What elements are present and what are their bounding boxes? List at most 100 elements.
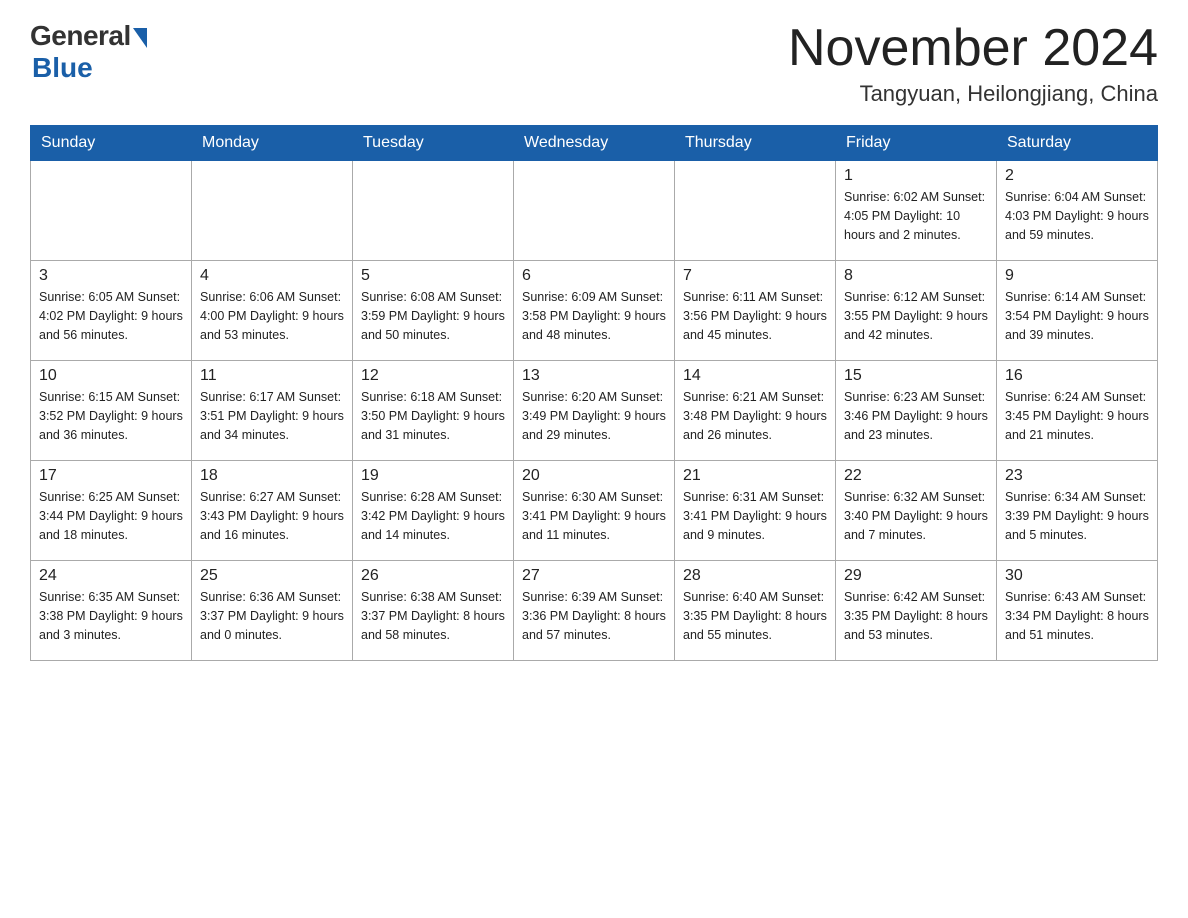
day-number: 22 [844,467,988,485]
page-header: General Blue November 2024 Tangyuan, Hei… [30,20,1158,107]
calendar-cell: 28 Sunrise: 6:40 AM Sunset: 3:35 PM Dayli… [675,561,836,661]
weekday-header: Wednesday [514,126,675,161]
day-number: 24 [39,567,183,585]
month-title: November 2024 [788,20,1158,77]
day-info: Sunrise: 6:21 AM Sunset: 3:48 PM Dayligh… [683,388,827,444]
calendar-cell: 23 Sunrise: 6:34 AM Sunset: 3:39 PM Dayli… [997,461,1158,561]
day-info: Sunrise: 6:20 AM Sunset: 3:49 PM Dayligh… [522,388,666,444]
calendar-cell: 25 Sunrise: 6:36 AM Sunset: 3:37 PM Dayli… [192,561,353,661]
calendar-table: SundayMondayTuesdayWednesdayThursdayFrid… [30,125,1158,661]
day-info: Sunrise: 6:42 AM Sunset: 3:35 PM Dayligh… [844,588,988,644]
logo-blue-text: Blue [32,52,93,84]
day-number: 20 [522,467,666,485]
day-info: Sunrise: 6:08 AM Sunset: 3:59 PM Dayligh… [361,288,505,344]
calendar-cell [31,161,192,261]
day-number: 11 [200,367,344,385]
day-info: Sunrise: 6:43 AM Sunset: 3:34 PM Dayligh… [1005,588,1149,644]
logo-arrow-icon [133,28,147,48]
calendar-cell: 26Sunrise: 6:38 AM Sunset: 3:37 PM Dayli… [353,561,514,661]
day-number: 27 [522,567,666,585]
calendar-cell: 3 Sunrise: 6:05 AM Sunset: 4:02 PM Daylig… [31,261,192,361]
day-number: 5 [361,267,505,285]
day-info: Sunrise: 6:14 AM Sunset: 3:54 PM Dayligh… [1005,288,1149,344]
calendar-header-row: SundayMondayTuesdayWednesdayThursdayFrid… [31,126,1158,161]
day-info: Sunrise: 6:23 AM Sunset: 3:46 PM Dayligh… [844,388,988,444]
day-number: 13 [522,367,666,385]
day-number: 17 [39,467,183,485]
day-info: Sunrise: 6:40 AM Sunset: 3:35 PM Dayligh… [683,588,827,644]
calendar-cell: 2 Sunrise: 6:04 AM Sunset: 4:03 PM Daylig… [997,161,1158,261]
day-info: Sunrise: 6:32 AM Sunset: 3:40 PM Dayligh… [844,488,988,544]
day-number: 15 [844,367,988,385]
calendar-cell: 5 Sunrise: 6:08 AM Sunset: 3:59 PM Daylig… [353,261,514,361]
day-number: 2 [1005,167,1149,185]
day-number: 29 [844,567,988,585]
day-number: 28 [683,567,827,585]
day-info: Sunrise: 6:36 AM Sunset: 3:37 PM Dayligh… [200,588,344,644]
calendar-cell: 7Sunrise: 6:11 AM Sunset: 3:56 PM Daylig… [675,261,836,361]
day-number: 30 [1005,567,1149,585]
calendar-cell: 21 Sunrise: 6:31 AM Sunset: 3:41 PM Dayli… [675,461,836,561]
day-info: Sunrise: 6:34 AM Sunset: 3:39 PM Dayligh… [1005,488,1149,544]
calendar-cell: 11 Sunrise: 6:17 AM Sunset: 3:51 PM Dayli… [192,361,353,461]
day-info: Sunrise: 6:24 AM Sunset: 3:45 PM Dayligh… [1005,388,1149,444]
day-number: 9 [1005,267,1149,285]
weekday-header: Friday [836,126,997,161]
day-info: Sunrise: 6:04 AM Sunset: 4:03 PM Dayligh… [1005,188,1149,244]
day-number: 23 [1005,467,1149,485]
calendar-cell [353,161,514,261]
day-number: 6 [522,267,666,285]
calendar-cell: 15 Sunrise: 6:23 AM Sunset: 3:46 PM Dayli… [836,361,997,461]
day-number: 19 [361,467,505,485]
day-info: Sunrise: 6:15 AM Sunset: 3:52 PM Dayligh… [39,388,183,444]
week-row: 24 Sunrise: 6:35 AM Sunset: 3:38 PM Dayli… [31,561,1158,661]
day-info: Sunrise: 6:30 AM Sunset: 3:41 PM Dayligh… [522,488,666,544]
day-number: 14 [683,367,827,385]
calendar-cell: 17Sunrise: 6:25 AM Sunset: 3:44 PM Dayli… [31,461,192,561]
location-title: Tangyuan, Heilongjiang, China [788,81,1158,107]
calendar-cell: 24 Sunrise: 6:35 AM Sunset: 3:38 PM Dayli… [31,561,192,661]
week-row: 1 Sunrise: 6:02 AM Sunset: 4:05 PM Daylig… [31,161,1158,261]
calendar-cell [514,161,675,261]
day-number: 16 [1005,367,1149,385]
title-block: November 2024 Tangyuan, Heilongjiang, Ch… [788,20,1158,107]
day-number: 21 [683,467,827,485]
day-info: Sunrise: 6:27 AM Sunset: 3:43 PM Dayligh… [200,488,344,544]
calendar-cell: 14 Sunrise: 6:21 AM Sunset: 3:48 PM Dayli… [675,361,836,461]
calendar-cell: 10 Sunrise: 6:15 AM Sunset: 3:52 PM Dayli… [31,361,192,461]
day-info: Sunrise: 6:05 AM Sunset: 4:02 PM Dayligh… [39,288,183,344]
calendar-cell: 13 Sunrise: 6:20 AM Sunset: 3:49 PM Dayli… [514,361,675,461]
weekday-header: Tuesday [353,126,514,161]
day-info: Sunrise: 6:09 AM Sunset: 3:58 PM Dayligh… [522,288,666,344]
calendar-cell: 1 Sunrise: 6:02 AM Sunset: 4:05 PM Daylig… [836,161,997,261]
calendar-cell: 20 Sunrise: 6:30 AM Sunset: 3:41 PM Dayli… [514,461,675,561]
day-info: Sunrise: 6:28 AM Sunset: 3:42 PM Dayligh… [361,488,505,544]
day-number: 3 [39,267,183,285]
day-info: Sunrise: 6:18 AM Sunset: 3:50 PM Dayligh… [361,388,505,444]
weekday-header: Monday [192,126,353,161]
day-number: 25 [200,567,344,585]
day-info: Sunrise: 6:39 AM Sunset: 3:36 PM Dayligh… [522,588,666,644]
calendar-cell: 12Sunrise: 6:18 AM Sunset: 3:50 PM Dayli… [353,361,514,461]
calendar-cell: 22 Sunrise: 6:32 AM Sunset: 3:40 PM Dayli… [836,461,997,561]
day-info: Sunrise: 6:31 AM Sunset: 3:41 PM Dayligh… [683,488,827,544]
day-info: Sunrise: 6:11 AM Sunset: 3:56 PM Dayligh… [683,288,827,344]
week-row: 10 Sunrise: 6:15 AM Sunset: 3:52 PM Dayli… [31,361,1158,461]
calendar-cell: 29 Sunrise: 6:42 AM Sunset: 3:35 PM Dayli… [836,561,997,661]
calendar-cell: 4Sunrise: 6:06 AM Sunset: 4:00 PM Daylig… [192,261,353,361]
day-info: Sunrise: 6:02 AM Sunset: 4:05 PM Dayligh… [844,188,988,244]
calendar-cell: 6 Sunrise: 6:09 AM Sunset: 3:58 PM Daylig… [514,261,675,361]
logo: General Blue [30,20,147,84]
calendar-cell: 16 Sunrise: 6:24 AM Sunset: 3:45 PM Dayli… [997,361,1158,461]
day-info: Sunrise: 6:17 AM Sunset: 3:51 PM Dayligh… [200,388,344,444]
day-info: Sunrise: 6:06 AM Sunset: 4:00 PM Dayligh… [200,288,344,344]
day-info: Sunrise: 6:38 AM Sunset: 3:37 PM Dayligh… [361,588,505,644]
day-number: 1 [844,167,988,185]
calendar-cell [675,161,836,261]
calendar-cell: 19 Sunrise: 6:28 AM Sunset: 3:42 PM Dayli… [353,461,514,561]
day-number: 10 [39,367,183,385]
week-row: 17Sunrise: 6:25 AM Sunset: 3:44 PM Dayli… [31,461,1158,561]
calendar-cell: 18Sunrise: 6:27 AM Sunset: 3:43 PM Dayli… [192,461,353,561]
day-info: Sunrise: 6:35 AM Sunset: 3:38 PM Dayligh… [39,588,183,644]
calendar-cell: 27 Sunrise: 6:39 AM Sunset: 3:36 PM Dayli… [514,561,675,661]
